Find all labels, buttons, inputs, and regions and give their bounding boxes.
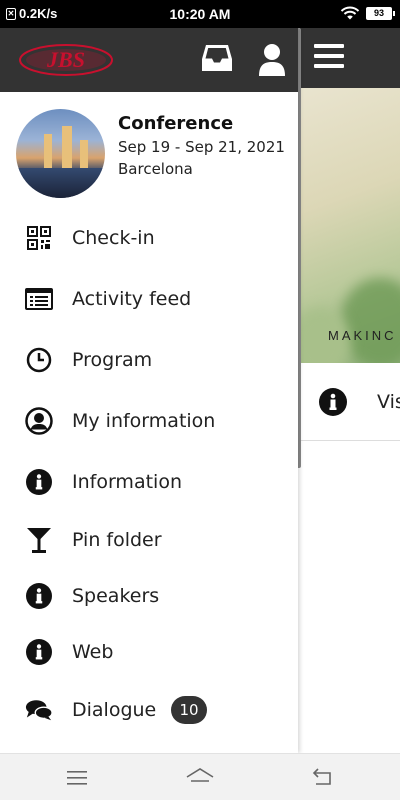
back-icon[interactable] [310, 768, 334, 786]
background-list-item[interactable]: Vis [300, 363, 400, 441]
menu-item-program[interactable]: Program [0, 329, 298, 390]
battery-indicator: 93 [366, 6, 395, 20]
menu-lines-icon[interactable] [66, 770, 88, 786]
info-icon [25, 582, 53, 610]
event-summary[interactable]: Conference Sep 19 - Sep 21, 2021 Barcelo… [0, 92, 298, 207]
event-name: Conference [118, 113, 234, 134]
menu-item-speakers[interactable]: Speakers [0, 568, 298, 624]
menu-item-label: Activity feed [72, 287, 192, 310]
menu-item-label: Dialogue [72, 699, 157, 721]
menu-item-label: Check-in [72, 226, 155, 249]
banner-text: MAKINC [328, 328, 397, 343]
info-icon [25, 638, 53, 666]
event-city: Barcelona [118, 160, 193, 178]
user-circle-icon [25, 406, 53, 435]
menu-item-dialogue[interactable]: Dialogue 10 [0, 680, 298, 740]
home-icon[interactable] [185, 767, 215, 787]
background-page: MAKINC Vis [300, 28, 400, 753]
background-list-label: Vis [377, 391, 400, 413]
clock-icon [25, 346, 53, 374]
drawer-header: JBS [0, 28, 298, 92]
menu-item-check-in[interactable]: Check-in [0, 207, 298, 268]
menu-item-pin-folder[interactable]: Pin folder [0, 512, 298, 568]
navigation-drawer: JBS Conference Sep 19 - Sep 21, 2021 Bar… [0, 28, 298, 753]
newspaper-icon [25, 285, 53, 313]
unread-count-badge: 10 [171, 696, 207, 724]
event-dates: Sep 19 - Sep 21, 2021 [118, 138, 285, 156]
wifi-icon [340, 6, 360, 20]
status-bar: ✕ 0.2K/s 10:20 AM 93 [0, 0, 400, 28]
menu-item-label: My information [72, 409, 216, 432]
info-icon [319, 388, 347, 416]
event-avatar [16, 109, 105, 198]
event-banner: MAKINC [300, 88, 400, 363]
qr-code-icon [25, 224, 53, 252]
menu-item-label: Speakers [72, 585, 160, 607]
status-bar-right: 93 [340, 5, 395, 21]
system-navigation-bar [0, 753, 400, 800]
jbs-logo[interactable]: JBS [18, 40, 114, 80]
logo-text: JBS [46, 47, 85, 72]
drawer-menu: Check-in Activity feed Program My inform… [0, 207, 298, 740]
menu-item-label: Pin folder [72, 529, 162, 551]
menu-item-label: Information [72, 470, 182, 493]
cocktail-glass-icon [25, 526, 53, 554]
menu-item-label: Web [72, 641, 114, 663]
menu-item-activity-feed[interactable]: Activity feed [0, 268, 298, 329]
menu-item-my-information[interactable]: My information [0, 390, 298, 451]
menu-item-information[interactable]: Information [0, 451, 298, 512]
info-icon [25, 468, 53, 496]
inbox-icon[interactable] [201, 43, 233, 73]
user-profile-icon[interactable] [258, 43, 286, 77]
hamburger-menu-icon[interactable] [314, 44, 344, 70]
menu-item-label: Program [72, 348, 153, 371]
background-header [300, 28, 400, 88]
chat-bubbles-icon [25, 696, 53, 724]
menu-item-web[interactable]: Web [0, 624, 298, 680]
